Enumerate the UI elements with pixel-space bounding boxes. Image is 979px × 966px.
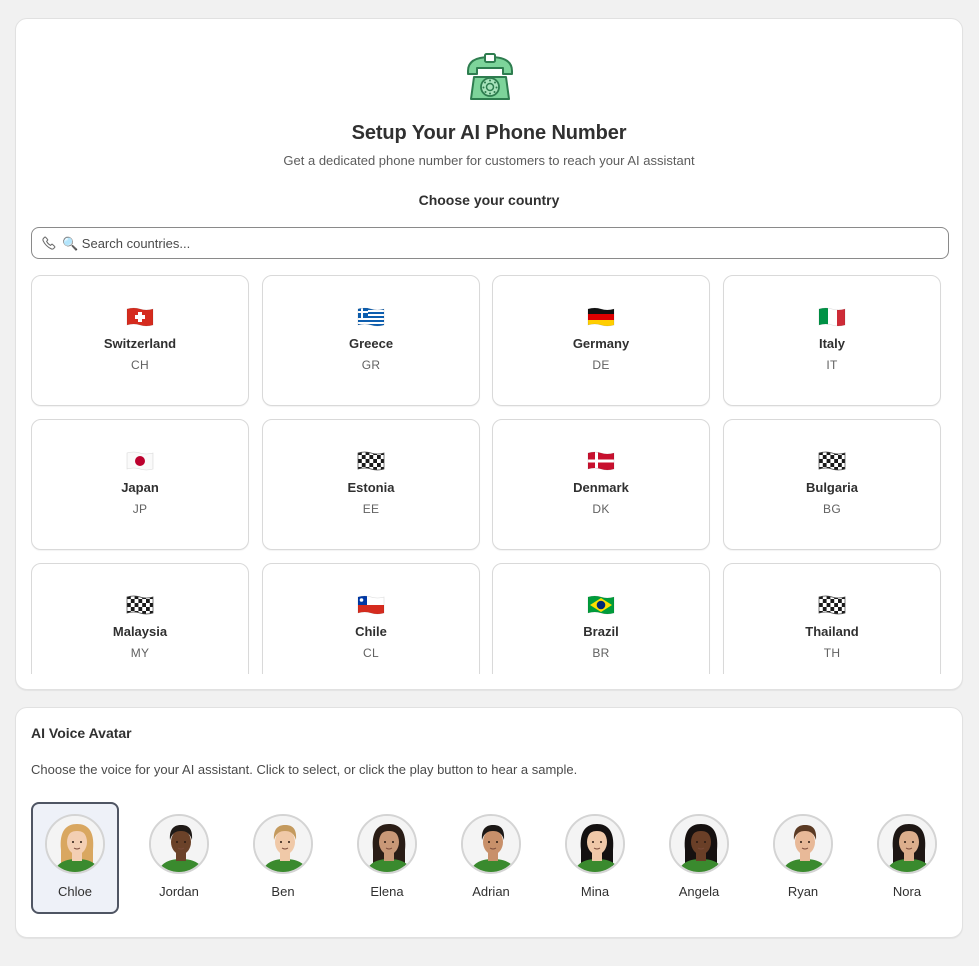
page-subtitle: Get a dedicated phone number for custome… (283, 153, 695, 168)
voice-avatar-angela[interactable]: Angela (655, 802, 743, 914)
avatar-name: Ryan (787, 884, 819, 899)
flag-it-icon (724, 306, 940, 328)
avatar-name: Nora (892, 884, 922, 899)
avatar-name: Ben (271, 884, 295, 899)
voice-section-title: AI Voice Avatar (31, 725, 132, 741)
country-card-cl[interactable]: Chile CL (262, 563, 480, 674)
voice-avatar-card: AI Voice Avatar Choose the voice for you… (15, 707, 963, 938)
flag-br-icon (493, 594, 709, 616)
voice-avatar-mina[interactable]: Mina (551, 802, 639, 914)
country-search-field[interactable] (31, 227, 949, 259)
flag-de-icon (493, 306, 709, 328)
voice-section-description: Choose the voice for your AI assistant. … (31, 762, 578, 777)
country-card-ee[interactable]: Estonia EE (262, 419, 480, 550)
checkered-flag-icon (263, 450, 479, 472)
avatar (669, 814, 729, 874)
avatar-name: Elena (370, 884, 404, 899)
phone-setup-card: Setup Your AI Phone Number Get a dedicat… (15, 18, 963, 690)
country-card-de[interactable]: Germany DE (492, 275, 710, 406)
country-card-bg[interactable]: Bulgaria BG (723, 419, 941, 550)
voice-avatar-adrian[interactable]: Adrian (447, 802, 535, 914)
country-card-my[interactable]: Malaysia MY (31, 563, 249, 674)
choose-country-label: Choose your country (418, 192, 560, 208)
flag-cl-icon (263, 594, 479, 616)
flag-jp-icon (32, 450, 248, 472)
country-name: Japan (121, 480, 159, 495)
country-card-br[interactable]: Brazil BR (492, 563, 710, 674)
avatar (773, 814, 833, 874)
telephone-icon (467, 53, 513, 100)
country-card-ch[interactable]: Switzerland CH (31, 275, 249, 406)
country-code: DK (592, 502, 610, 516)
country-name: Brazil (583, 624, 619, 639)
avatar (253, 814, 313, 874)
country-code: IT (826, 358, 838, 372)
avatar-name: Angela (678, 884, 720, 899)
avatar-name: Adrian (472, 884, 510, 899)
country-name: Estonia (347, 480, 395, 495)
checkered-flag-icon (724, 594, 940, 616)
country-name: Bulgaria (805, 480, 858, 495)
country-code: CH (131, 358, 149, 372)
voice-avatar-jordan[interactable]: Jordan (135, 802, 223, 914)
country-name: Thailand (805, 624, 859, 639)
country-card-gr[interactable]: Greece GR (262, 275, 480, 406)
avatar (149, 814, 209, 874)
voice-avatar-ryan[interactable]: Ryan (759, 802, 847, 914)
country-name: Germany (572, 336, 630, 351)
country-code: TH (823, 646, 841, 660)
country-name: Italy (818, 336, 845, 351)
country-name: Switzerland (103, 336, 177, 351)
flag-gr-icon (263, 306, 479, 328)
country-card-it[interactable]: Italy IT (723, 275, 941, 406)
country-code: CL (363, 646, 379, 660)
country-code: DE (592, 358, 610, 372)
flag-ch-icon (32, 306, 248, 328)
search-input[interactable] (62, 235, 948, 251)
country-code: MY (130, 646, 150, 660)
avatar-name: Mina (580, 884, 610, 899)
country-grid: Switzerland CH Greece GR Germany DE Ital… (31, 275, 949, 674)
country-name: Chile (355, 624, 387, 639)
avatar (565, 814, 625, 874)
country-code: GR (361, 358, 381, 372)
country-card-th[interactable]: Thailand TH (723, 563, 941, 674)
avatar-name: Chloe (58, 884, 92, 899)
avatar (45, 814, 105, 874)
flag-dk-icon (493, 450, 709, 472)
checkered-flag-icon (32, 594, 248, 616)
voice-avatar-chloe[interactable]: Chloe (31, 802, 119, 914)
avatar (461, 814, 521, 874)
country-name: Denmark (573, 480, 629, 495)
avatar (357, 814, 417, 874)
country-code: BG (823, 502, 841, 516)
voice-avatar-elena[interactable]: Elena (343, 802, 431, 914)
country-card-jp[interactable]: Japan JP (31, 419, 249, 550)
country-code: BR (592, 646, 610, 660)
country-card-dk[interactable]: Denmark DK (492, 419, 710, 550)
checkered-flag-icon (724, 450, 940, 472)
country-code: JP (132, 502, 148, 516)
voice-avatar-nora[interactable]: Nora (863, 802, 951, 914)
voice-avatar-ben[interactable]: Ben (239, 802, 327, 914)
country-name: Malaysia (112, 624, 168, 639)
avatar-name: Jordan (159, 884, 199, 899)
page-title: Setup Your AI Phone Number (351, 122, 627, 144)
phone-icon (42, 236, 56, 250)
country-name: Greece (348, 336, 394, 351)
avatar (877, 814, 937, 874)
country-code: EE (362, 502, 380, 516)
